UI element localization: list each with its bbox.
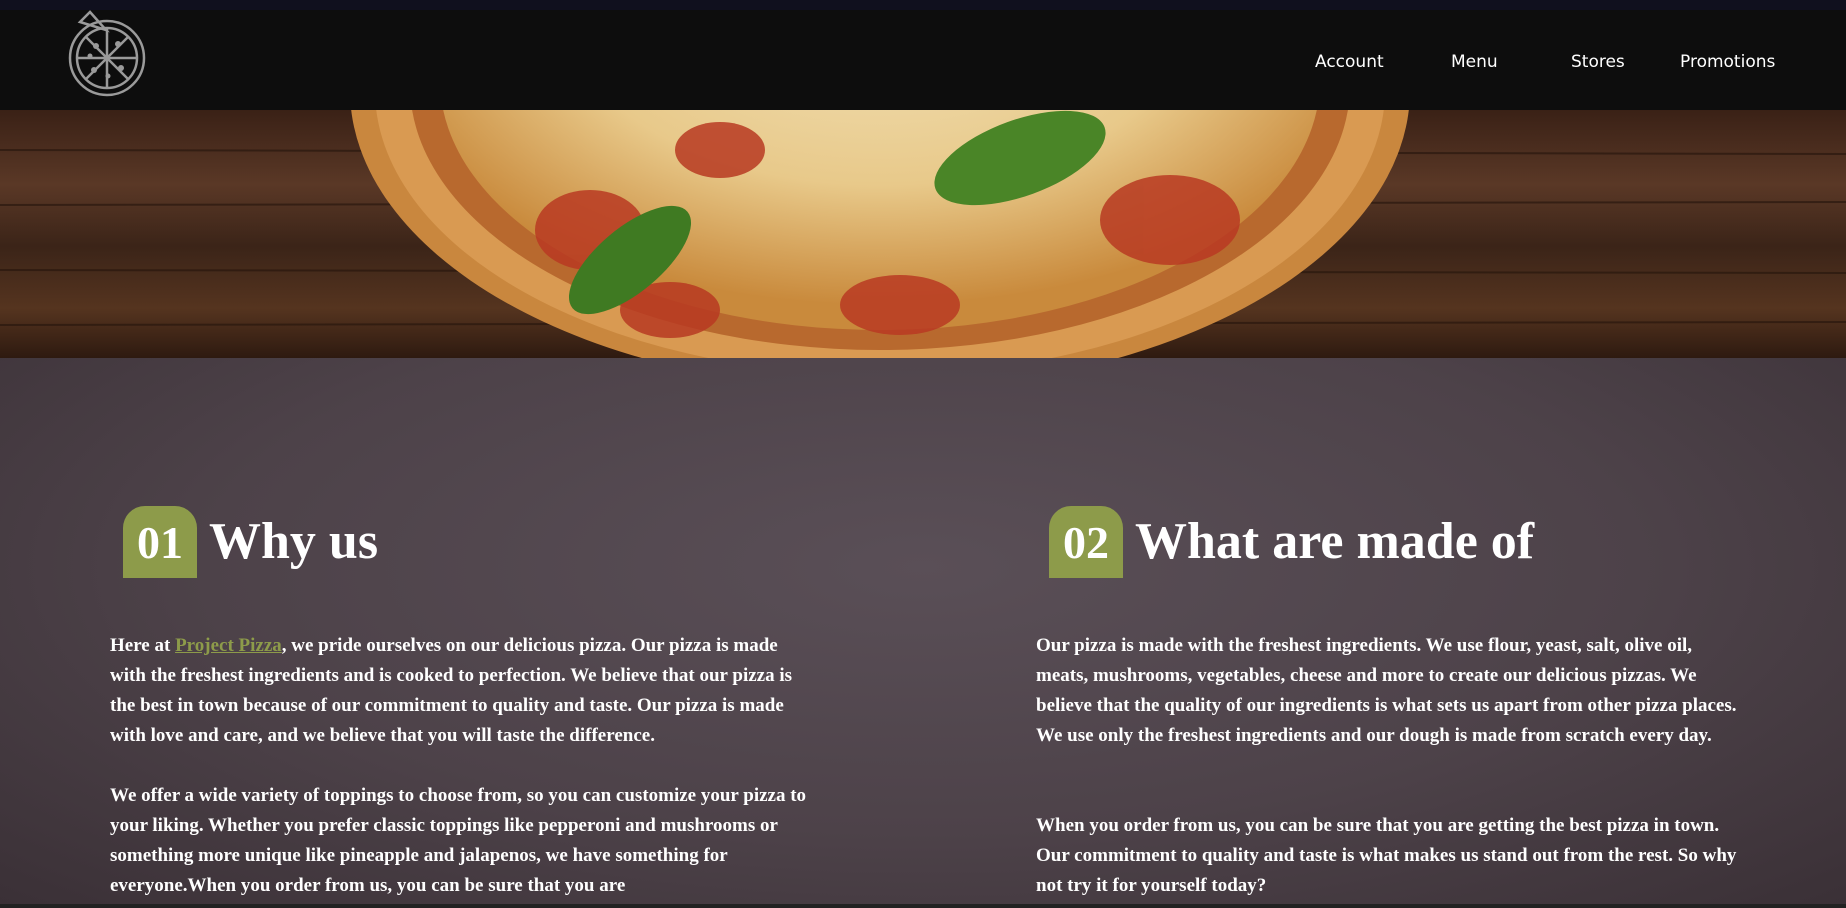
nav-stores[interactable]: Stores	[1571, 52, 1625, 72]
pizza-logo-icon[interactable]	[66, 10, 148, 100]
pizza-hero-image	[0, 110, 1846, 358]
section-title: Why us	[209, 513, 379, 570]
nav-menu[interactable]: Menu	[1451, 52, 1498, 72]
section-number-badge: 02	[1049, 506, 1123, 578]
nav-promotions[interactable]: Promotions	[1680, 52, 1775, 72]
why-us-paragraph-1: Here at Project Pizza, we pride ourselve…	[110, 635, 793, 746]
made-of-paragraph-2: When you order from us, you can be sure …	[1036, 815, 1737, 896]
project-pizza-link[interactable]: Project Pizza	[175, 635, 282, 656]
window-bottom-edge	[0, 904, 1846, 908]
section-number-badge: 01	[123, 506, 197, 578]
nav-account[interactable]: Account	[1315, 52, 1384, 72]
section-title: What are made of	[1135, 513, 1535, 570]
top-strip	[0, 0, 1846, 10]
made-of-paragraph-1: Our pizza is made with the freshest ingr…	[1036, 635, 1737, 746]
content-area: 01 Why us Here at Project Pizza, we prid…	[0, 358, 1846, 908]
navbar: Account Menu Stores Promotions	[0, 10, 1846, 110]
why-us-paragraph-2: We offer a wide variety of toppings to c…	[110, 785, 807, 896]
